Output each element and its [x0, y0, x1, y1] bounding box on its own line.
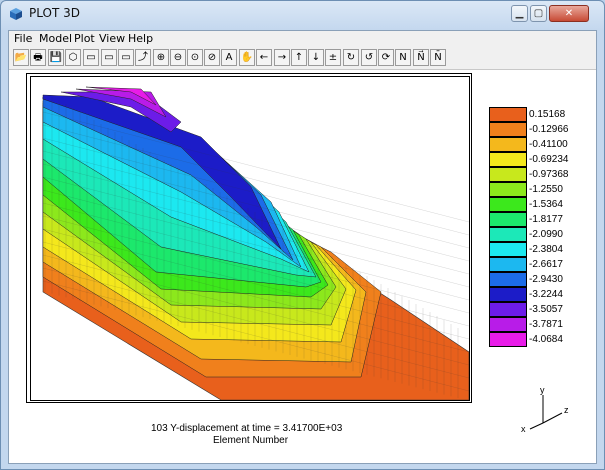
- legend-swatch: [489, 197, 527, 212]
- app-cube-icon: [10, 8, 22, 20]
- legend-swatch: [489, 227, 527, 242]
- plot-caption-title: 103 Y-displacement at time = 3.41700E+03: [151, 423, 343, 434]
- maximize-button[interactable]: ▢: [530, 5, 547, 22]
- plus-minus-icon[interactable]: ±: [325, 49, 341, 66]
- minimize-button[interactable]: ▁: [511, 5, 528, 22]
- legend-swatch: [489, 182, 527, 197]
- legend-label: -1.2550: [529, 184, 563, 195]
- legend-label: -4.0684: [529, 334, 563, 345]
- cube-icon[interactable]: ⬡: [65, 49, 81, 66]
- legend-label: 0.15168: [529, 109, 566, 120]
- window-title: PLOT 3D: [29, 6, 80, 20]
- legend-swatch: [489, 332, 527, 347]
- text-icon[interactable]: A: [221, 49, 237, 66]
- zoom-in-icon[interactable]: ⊕: [153, 49, 169, 66]
- legend-label: -0.69234: [529, 154, 569, 165]
- legend-swatch: [489, 257, 527, 272]
- legend-label: -1.8177: [529, 214, 563, 225]
- axis-y-label: y: [540, 385, 545, 395]
- legend-label: -1.5364: [529, 199, 563, 210]
- menu-file[interactable]: File: [14, 32, 32, 45]
- menu-bar: File Model Plot View Help: [9, 31, 596, 47]
- menu-help[interactable]: Help: [128, 32, 153, 45]
- legend-label: -0.41100: [529, 139, 568, 150]
- legend-swatch: [489, 317, 527, 332]
- contour-plot-svg: [42, 86, 469, 400]
- legend-swatch: [489, 107, 527, 122]
- menu-view[interactable]: View: [99, 32, 125, 45]
- normal-bar-icon[interactable]: N̄: [430, 49, 446, 66]
- close-button[interactable]: ✕: [549, 5, 589, 22]
- arrow-up-icon[interactable]: ↑: [291, 49, 307, 66]
- arrow-left-icon[interactable]: ←: [256, 49, 272, 66]
- plot3d-window: PLOT 3D ▁ ▢ ✕ File Model Plot View Help …: [0, 0, 605, 470]
- zoom-out-icon[interactable]: ⊖: [170, 49, 186, 66]
- normal-icon[interactable]: N: [395, 49, 411, 66]
- pan-hand-icon[interactable]: ✋: [239, 49, 255, 66]
- panel-2-icon[interactable]: ▭: [101, 49, 117, 66]
- zoom-window-icon[interactable]: ⊘: [204, 49, 220, 66]
- legend-swatch: [489, 122, 527, 137]
- zoom-fit-icon[interactable]: ⊙: [187, 49, 203, 66]
- legend-swatch: [489, 212, 527, 227]
- legend-swatch: [489, 167, 527, 182]
- legend-label: -3.5057: [529, 304, 563, 315]
- legend-swatch: [489, 287, 527, 302]
- client-area: File Model Plot View Help 📂 🖶 💾 ⬡ ▭ ▭ ▭ ⤴ ⊕ ⊖ ⊙ ⊘ A ✋…: [8, 30, 597, 464]
- menu-plot[interactable]: Plot: [74, 32, 95, 45]
- legend-swatch: [489, 137, 527, 152]
- legend-label: -2.0990: [529, 229, 563, 240]
- color-legend: 0.15168 -0.12966 -0.41100 -0.69234 -0.97368 -…: [489, 107, 589, 349]
- legend-swatch: [489, 242, 527, 257]
- legend-label: -2.9430: [529, 274, 563, 285]
- rotate-x-icon[interactable]: ↻: [343, 49, 359, 66]
- legend-label: -2.3804: [529, 244, 563, 255]
- axis-triad-icon: y z x: [521, 385, 569, 434]
- save-icon[interactable]: 💾: [48, 49, 64, 66]
- legend-label: -3.7871: [529, 319, 563, 330]
- normal-arrow-icon[interactable]: N⃗: [413, 49, 429, 66]
- open-icon[interactable]: 📂: [13, 49, 29, 66]
- legend-label: -2.6617: [529, 259, 563, 270]
- rotate-z-icon[interactable]: ⟳: [378, 49, 394, 66]
- panel-1-icon[interactable]: ▭: [83, 49, 99, 66]
- title-bar[interactable]: PLOT 3D ▁ ▢ ✕: [1, 1, 604, 27]
- legend-swatch: [489, 302, 527, 317]
- axis-z-label: z: [564, 405, 569, 415]
- toolbar: 📂 🖶 💾 ⬡ ▭ ▭ ▭ ⤴ ⊕ ⊖ ⊙ ⊘ A ✋ ← → ↑ ↓ ± ↻ ↺ ⟳ N N⃗ N̄: [9, 47, 596, 70]
- rotate-y-icon[interactable]: ↺: [361, 49, 377, 66]
- legend-label: -0.97368: [529, 169, 569, 180]
- legend-swatch: [489, 152, 527, 167]
- arrow-down-icon[interactable]: ↓: [308, 49, 324, 66]
- legend-label: -0.12966: [529, 124, 569, 135]
- contour-plot[interactable]: [30, 76, 470, 401]
- print-icon[interactable]: 🖶: [30, 49, 46, 66]
- plot-caption-subtitle: Element Number: [213, 435, 289, 446]
- rotate-icon[interactable]: ⤴: [135, 49, 151, 66]
- axis-x-label: x: [521, 424, 526, 434]
- panel-3-icon[interactable]: ▭: [118, 49, 134, 66]
- menu-model[interactable]: Model: [39, 32, 72, 45]
- arrow-right-icon[interactable]: →: [274, 49, 290, 66]
- legend-label: -3.2244: [529, 289, 563, 300]
- legend-swatch: [489, 272, 527, 287]
